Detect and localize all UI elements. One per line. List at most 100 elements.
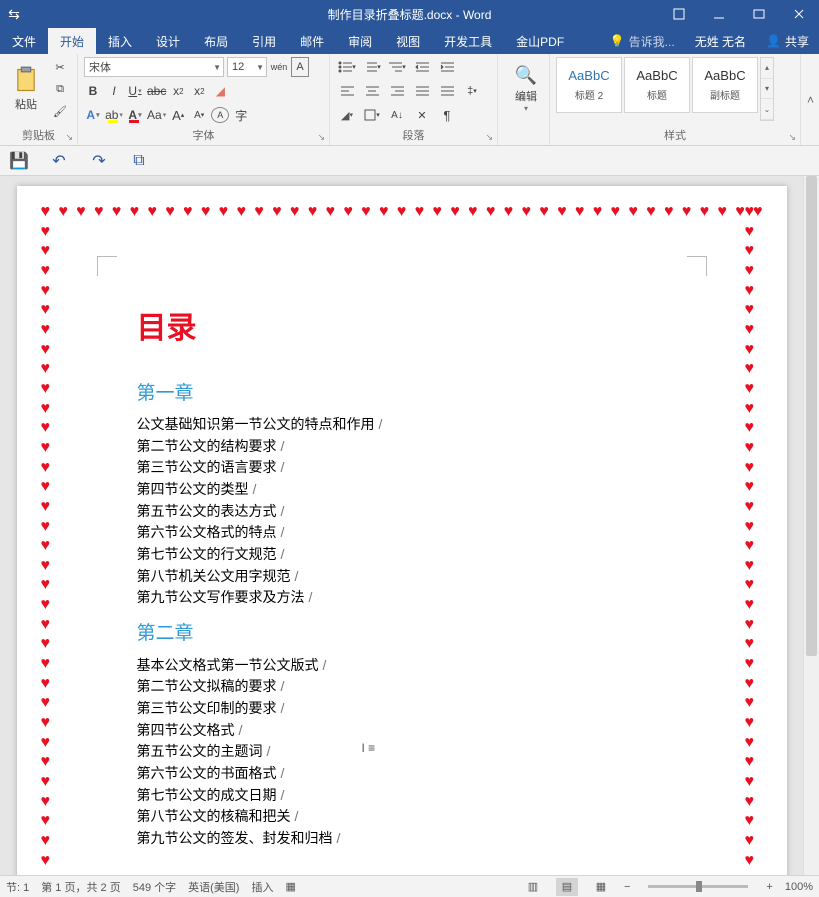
style-item[interactable]: AaBbC副标题 (692, 57, 758, 113)
increase-indent-icon[interactable] (436, 57, 458, 77)
font-dialog-icon[interactable]: ↘ (317, 132, 325, 143)
toc-line[interactable]: 第八节机关公文用字规范/ (137, 566, 697, 588)
toc-line[interactable]: 第八节公文的核稿和把关/ (137, 806, 697, 828)
copy-icon[interactable]: ⧉ (50, 79, 70, 99)
toc-line[interactable]: 第四节公文格式/ (137, 720, 697, 742)
status-page[interactable]: 第 1 页，共 2 页 (41, 879, 120, 895)
print-layout-icon[interactable]: ▤ (556, 878, 578, 896)
change-case-icon[interactable]: 字 (232, 105, 250, 125)
snap-grid-icon[interactable]: ✕ (411, 105, 433, 125)
status-words[interactable]: 549 个字 (133, 879, 176, 895)
char-border-icon[interactable]: A (291, 57, 309, 77)
user-name[interactable]: 无姓 无名 (685, 28, 756, 54)
toc-line[interactable]: 第九节公文写作要求及方法/ (137, 587, 697, 609)
macro-record-icon[interactable]: ▦ (285, 880, 295, 893)
tell-me[interactable]: 💡告诉我... (600, 28, 685, 54)
grow-font-icon[interactable]: A▴ (169, 105, 187, 125)
touch-mode-icon[interactable]: ⧉ (128, 150, 150, 172)
tab-3[interactable]: 设计 (144, 28, 192, 54)
toc-line[interactable]: 第五节公文的主题词/ (137, 741, 697, 763)
redo-icon[interactable]: ↷ (88, 150, 110, 172)
shrink-font-icon[interactable]: A▾ (190, 105, 208, 125)
font-color-button[interactable]: A▾ (126, 105, 144, 125)
strike-button[interactable]: abc (147, 81, 166, 101)
phonetic-guide-icon[interactable]: wén (270, 57, 288, 77)
clear-format-icon[interactable]: ◢ (211, 81, 229, 101)
zoom-slider[interactable] (648, 885, 748, 888)
ribbon-display-icon[interactable] (659, 0, 699, 28)
toc-line[interactable]: 第九节公文的签发、封发和归档/ (137, 828, 697, 850)
status-mode[interactable]: 插入 (251, 879, 273, 895)
undo-icon[interactable]: ↶ (48, 150, 70, 172)
status-section[interactable]: 节: 1 (6, 879, 29, 895)
toc-line[interactable]: 第四节公文的类型/ (137, 479, 697, 501)
decrease-indent-icon[interactable] (411, 57, 433, 77)
toc-line[interactable]: 第三节公文印制的要求/ (137, 698, 697, 720)
toc-line[interactable]: 第六节公文格式的特点/ (137, 522, 697, 544)
sort-icon[interactable]: A↓ (386, 105, 408, 125)
close-icon[interactable] (779, 0, 819, 28)
line-spacing-icon[interactable]: ‡▾ (461, 81, 483, 101)
share-button[interactable]: 👤共享 (756, 28, 819, 54)
tab-5[interactable]: 引用 (240, 28, 288, 54)
tab-8[interactable]: 视图 (384, 28, 432, 54)
chapter-heading[interactable]: 第一章 (137, 379, 697, 408)
enclose-char-icon[interactable]: A (211, 107, 229, 123)
bold-button[interactable]: B (84, 81, 102, 101)
save-icon[interactable]: 💾 (8, 150, 30, 172)
tab-2[interactable]: 插入 (96, 28, 144, 54)
toc-line[interactable]: 第五节公文的表达方式/ (137, 501, 697, 523)
paragraph-dialog-icon[interactable]: ↘ (485, 132, 493, 143)
collapse-ribbon-icon[interactable]: ˄ (807, 93, 814, 107)
zoom-out-icon[interactable]: − (624, 881, 630, 893)
style-item[interactable]: AaBbC标题 (624, 57, 690, 113)
tab-10[interactable]: 金山PDF (504, 28, 576, 54)
maximize-icon[interactable] (739, 0, 779, 28)
tab-4[interactable]: 布局 (192, 28, 240, 54)
read-mode-icon[interactable]: ▥ (522, 878, 544, 896)
chapter-heading[interactable]: 第二章 (137, 619, 697, 648)
align-center-icon[interactable] (361, 81, 383, 101)
style-item[interactable]: AaBbC标题 2 (556, 57, 622, 113)
char-shading-icon[interactable]: Aa▾ (147, 105, 166, 125)
tab-7[interactable]: 审阅 (336, 28, 384, 54)
format-painter-icon[interactable]: 🖌 (50, 101, 70, 121)
superscript-button[interactable]: x2 (190, 81, 208, 101)
cut-icon[interactable]: ✂ (50, 57, 70, 77)
align-left-icon[interactable] (336, 81, 358, 101)
tab-9[interactable]: 开发工具 (432, 28, 504, 54)
zoom-level[interactable]: 100% (785, 881, 813, 893)
font-size-combo[interactable]: 12▼ (227, 57, 267, 77)
toc-line[interactable]: 第二节公文拟稿的要求/ (137, 676, 697, 698)
numbering-button[interactable]: ▾ (361, 57, 383, 77)
font-name-combo[interactable]: 宋体▼ (84, 57, 224, 77)
styles-more[interactable]: ▴▾⌄ (760, 57, 774, 121)
minimize-icon[interactable] (699, 0, 739, 28)
subscript-button[interactable]: x2 (169, 81, 187, 101)
italic-button[interactable]: I (105, 81, 123, 101)
clipboard-dialog-icon[interactable]: ↘ (65, 132, 73, 143)
vertical-scrollbar[interactable] (803, 176, 819, 875)
toc-line[interactable]: 第七节公文的行文规范/ (137, 544, 697, 566)
distribute-icon[interactable] (436, 81, 458, 101)
toc-line[interactable]: 第三节公文的语言要求/ (137, 457, 697, 479)
status-lang[interactable]: 英语(美国) (188, 879, 239, 895)
tab-6[interactable]: 邮件 (288, 28, 336, 54)
toc-line[interactable]: 公文基础知识第一节公文的特点和作用/ (137, 414, 697, 436)
show-marks-icon[interactable]: ¶ (436, 105, 458, 125)
underline-button[interactable]: U▾ (126, 81, 144, 101)
borders-button[interactable]: ▾ (361, 105, 383, 125)
web-layout-icon[interactable]: ▦ (590, 878, 612, 896)
styles-dialog-icon[interactable]: ↘ (788, 132, 796, 143)
doc-title[interactable]: 目录 (137, 306, 697, 353)
align-right-icon[interactable] (386, 81, 408, 101)
toc-line[interactable]: 基本公文格式第一节公文版式/ (137, 655, 697, 677)
paste-button[interactable]: 粘贴 (6, 57, 46, 121)
toc-line[interactable]: 第六节公文的书面格式/ (137, 763, 697, 785)
toc-line[interactable]: 第七节公文的成文日期/ (137, 785, 697, 807)
text-effects-button[interactable]: A▾ (84, 105, 102, 125)
shading-button[interactable]: ◢▾ (336, 105, 358, 125)
align-justify-icon[interactable] (411, 81, 433, 101)
multilevel-button[interactable]: ▾ (386, 57, 408, 77)
bullets-button[interactable]: ▾ (336, 57, 358, 77)
